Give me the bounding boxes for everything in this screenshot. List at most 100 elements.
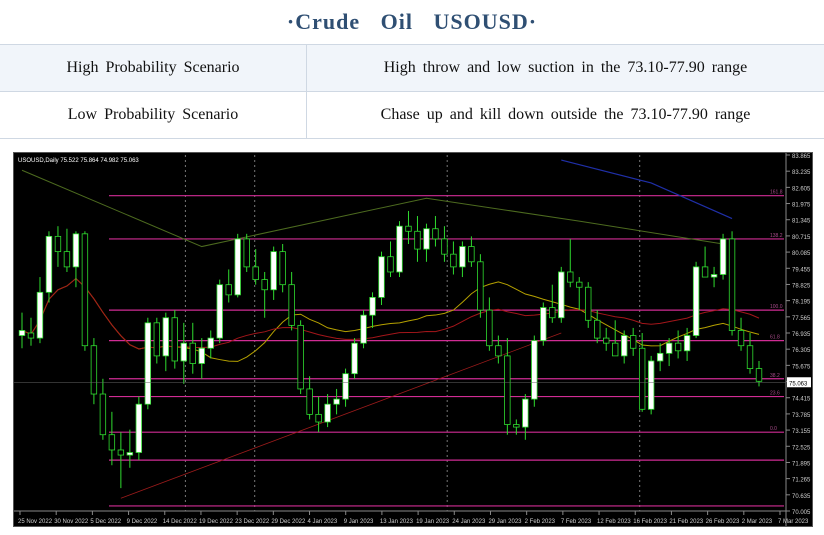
candle-body bbox=[594, 319, 601, 339]
candle-body bbox=[234, 238, 241, 296]
candle-body bbox=[585, 286, 592, 321]
chart-svg: 83.865 83.235 82.605 81.975 81.345 80.715 80.0… bbox=[14, 153, 811, 526]
candle-body bbox=[531, 340, 538, 400]
candle-body bbox=[288, 284, 295, 326]
date-tick-label: 9 Dec 2022 bbox=[127, 519, 158, 525]
candle-body bbox=[674, 342, 682, 352]
date-tick-label: 16 Feb 2023 bbox=[633, 519, 667, 525]
candle-body bbox=[315, 413, 322, 423]
price-tick-label: 78.825 bbox=[792, 283, 811, 289]
candle-body bbox=[36, 291, 44, 339]
candle-body bbox=[171, 317, 178, 362]
scenario-row-low: Low Probability Scenario Chase up and ki… bbox=[0, 92, 824, 139]
scenario-value: High throw and low suction in the 73.10-… bbox=[383, 59, 748, 76]
candle-body bbox=[396, 225, 403, 273]
moving-average-mid bbox=[21, 277, 760, 350]
candle-body bbox=[737, 330, 745, 347]
candle-body bbox=[405, 225, 412, 232]
candle-body bbox=[306, 388, 313, 415]
candle-body bbox=[216, 284, 223, 339]
fib-level-label: 23.6 bbox=[770, 391, 780, 397]
candle-body bbox=[603, 337, 610, 344]
moving-average-slow bbox=[21, 169, 724, 248]
price-tick-label: 81.345 bbox=[792, 219, 811, 225]
date-tick-label: 7 Feb 2023 bbox=[561, 519, 592, 525]
date-tick-label: 19 Jan 2023 bbox=[416, 519, 450, 525]
fib-level-label: 0.0 bbox=[770, 426, 777, 432]
candle-body bbox=[72, 233, 80, 268]
candle-body bbox=[387, 256, 394, 273]
price-tick-label: 71.265 bbox=[792, 478, 811, 484]
candle-body bbox=[629, 335, 637, 349]
candle-body bbox=[486, 309, 493, 347]
candle-body bbox=[683, 335, 691, 352]
candle-body bbox=[279, 251, 286, 286]
date-tick-label: 12 Feb 2023 bbox=[597, 519, 631, 525]
date-tick-label: 29 Dec 2022 bbox=[271, 519, 306, 525]
candle-body bbox=[504, 355, 511, 425]
date-tick-label: 13 Jan 2023 bbox=[380, 519, 414, 525]
price-tick-label: 74.415 bbox=[792, 397, 811, 403]
candle-body bbox=[755, 368, 763, 382]
candle-body bbox=[710, 274, 718, 278]
price-tick-label: 80.085 bbox=[792, 251, 811, 257]
date-tick-label: 2 Mar 2023 bbox=[742, 519, 773, 525]
candle-body bbox=[99, 393, 107, 436]
page-header: ·Crude Oil USOUSD· bbox=[0, 0, 824, 44]
candle-body bbox=[513, 424, 520, 428]
candle-body bbox=[719, 238, 727, 275]
candle-body bbox=[495, 345, 502, 357]
price-tick-label: 81.975 bbox=[792, 203, 811, 209]
price-tick-label: 70.635 bbox=[792, 494, 811, 500]
candle-body bbox=[18, 330, 26, 336]
date-tick-label: 26 Feb 2023 bbox=[706, 519, 740, 525]
price-tick-label: 82.605 bbox=[792, 186, 811, 192]
candle-body bbox=[189, 342, 196, 364]
scenario-label: Low Probability Scenario bbox=[0, 92, 307, 138]
candle-body bbox=[90, 345, 98, 395]
candle-body bbox=[297, 324, 304, 390]
candle-body bbox=[351, 342, 358, 375]
candle-body bbox=[621, 335, 628, 357]
candle-body bbox=[252, 266, 259, 280]
candle-body bbox=[162, 317, 169, 357]
candle-body bbox=[423, 228, 430, 250]
candle-body bbox=[369, 296, 376, 316]
candle-body bbox=[45, 235, 53, 293]
candle-body bbox=[450, 253, 457, 268]
moving-average-fast bbox=[21, 277, 760, 362]
current-price-label: 75.063 bbox=[789, 381, 808, 387]
candle-body bbox=[198, 347, 205, 364]
scenario-table: High Probability Scenario High throw and… bbox=[0, 44, 824, 139]
candle-body bbox=[63, 251, 71, 268]
date-tick-label: 14 Dec 2022 bbox=[163, 519, 198, 525]
date-tick-label: 30 Nov 2022 bbox=[54, 519, 89, 525]
candle-body bbox=[701, 266, 709, 278]
candle-body bbox=[665, 342, 673, 354]
candle-body bbox=[576, 281, 583, 288]
candle-body bbox=[746, 345, 754, 369]
date-tick-label: 9 Jan 2023 bbox=[344, 519, 374, 525]
scenario-label: High Probability Scenario bbox=[0, 45, 307, 91]
price-tick-label: 76.935 bbox=[792, 332, 811, 338]
candle-body bbox=[459, 246, 466, 268]
candle-body bbox=[54, 235, 62, 253]
candle-body bbox=[540, 307, 547, 342]
price-tick-label: 73.155 bbox=[792, 429, 811, 435]
date-tick-label: 24 Jan 2023 bbox=[452, 519, 486, 525]
date-tick-label: 5 Dec 2022 bbox=[90, 519, 121, 525]
date-tick-label: 4 Jan 2023 bbox=[308, 519, 338, 525]
fib-level-label: 161.8 bbox=[770, 190, 783, 196]
candle-body bbox=[261, 279, 268, 291]
candle-body bbox=[108, 434, 116, 451]
candle-body bbox=[638, 347, 646, 410]
scenario-row-high: High Probability Scenario High throw and… bbox=[0, 45, 824, 92]
candle-body bbox=[135, 403, 143, 453]
price-tick-label: 78.195 bbox=[792, 300, 811, 306]
date-tick-label: 25 Nov 2022 bbox=[18, 519, 53, 525]
fib-level-label: 38.2 bbox=[770, 373, 780, 379]
chart-info-line: USOUSD,Daily 75.522 75.864 74.982 75.063 bbox=[18, 158, 139, 164]
candle-body bbox=[144, 322, 152, 405]
price-chart[interactable]: 83.865 83.235 82.605 81.975 81.345 80.715 80.0… bbox=[13, 152, 813, 527]
candle-body bbox=[27, 332, 35, 339]
